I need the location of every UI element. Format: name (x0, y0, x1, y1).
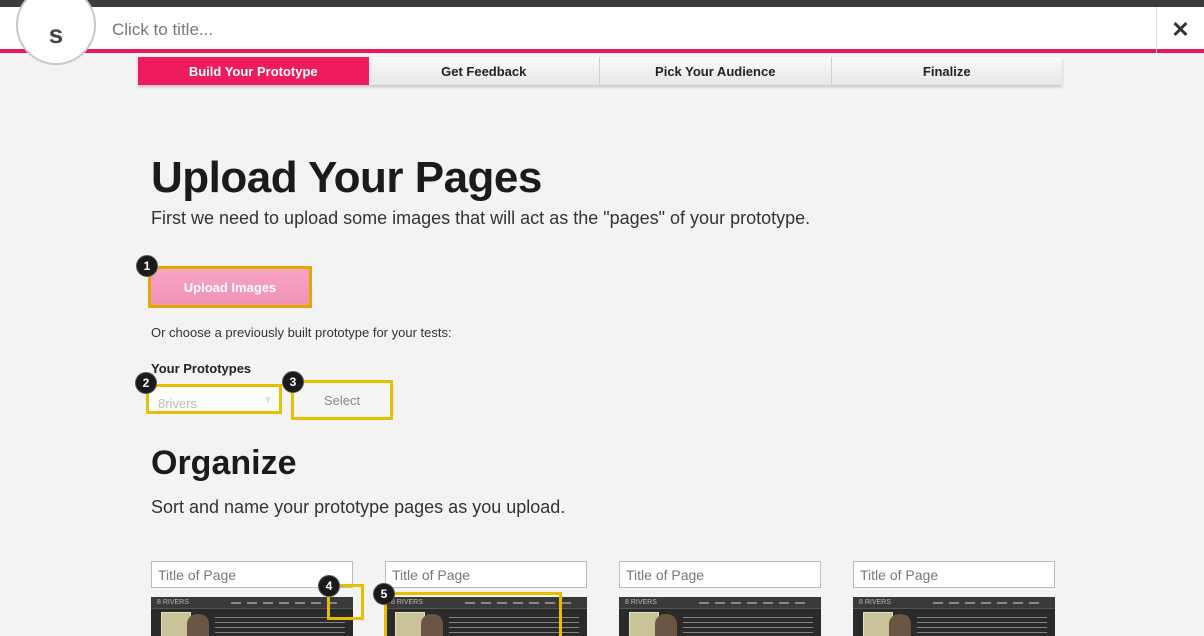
logo[interactable]: s (16, 0, 96, 65)
thumbnail-highlight (384, 592, 562, 636)
step-badge-1: 1 (136, 255, 158, 277)
step-tabs: Build Your Prototype Get Feedback Pick Y… (138, 57, 1062, 85)
tab-build-your-prototype[interactable]: Build Your Prototype (138, 57, 369, 85)
select-prototype-button[interactable]: Select (291, 380, 393, 420)
page-title-input-2[interactable] (385, 561, 587, 588)
thumbnail-text (683, 617, 813, 635)
selected-prototype-value: 8rivers (158, 396, 198, 411)
prototype-select[interactable]: 8rivers ▼ (146, 384, 282, 414)
tab-pick-your-audience[interactable]: Pick Your Audience (600, 57, 832, 85)
thumbnail-nav: 8 RIVERS (619, 597, 821, 609)
step-badge-2: 2 (135, 372, 157, 394)
or-choose-text: Or choose a previously built prototype f… (151, 325, 452, 340)
tab-finalize[interactable]: Finalize (831, 57, 1062, 85)
thumbnail-text (917, 617, 1047, 635)
thumbnail-text (215, 617, 345, 635)
app-header: s ✕ (0, 0, 1204, 65)
page-thumbnail[interactable]: 8 RIVERS (853, 597, 1055, 636)
prototype-title-input[interactable] (112, 18, 612, 42)
thumbnail-nav: 8 RIVERS (853, 597, 1055, 609)
thumbnail-person (889, 614, 911, 636)
thumbnail-nav: 8 RIVERS (151, 597, 353, 609)
page-thumbnail[interactable]: 8 RIVERS (151, 597, 353, 636)
organize-description: Sort and name your prototype pages as yo… (151, 497, 566, 517)
upload-heading: Upload Your Pages (151, 153, 542, 202)
close-icon: ✕ (1171, 17, 1190, 42)
thumbnail-person (187, 614, 209, 636)
page-title-input-3[interactable] (619, 561, 821, 588)
thumbnail-brand: 8 RIVERS (157, 599, 189, 606)
upload-description: First we need to upload some images that… (151, 208, 811, 228)
thumbnail-brand: 8 RIVERS (859, 599, 891, 606)
close-button[interactable]: ✕ (1156, 7, 1204, 53)
page-thumbnail[interactable]: 8 RIVERS (619, 597, 821, 636)
page-title-input-4[interactable] (853, 561, 1055, 588)
thumbnail-brand: 8 RIVERS (625, 599, 657, 606)
top-bar (0, 0, 1204, 7)
step-badge-5: 5 (373, 583, 395, 605)
organize-heading: Organize (151, 444, 297, 482)
thumbnail-person (655, 614, 677, 636)
tab-get-feedback[interactable]: Get Feedback (368, 57, 600, 85)
your-prototypes-label: Your Prototypes (151, 361, 252, 376)
step-badge-4: 4 (318, 575, 340, 597)
chevron-down-icon: ▼ (263, 395, 273, 406)
logo-letter: s (48, 19, 64, 49)
upload-images-button[interactable]: Upload Images (148, 266, 312, 308)
step-badge-3: 3 (282, 371, 304, 393)
